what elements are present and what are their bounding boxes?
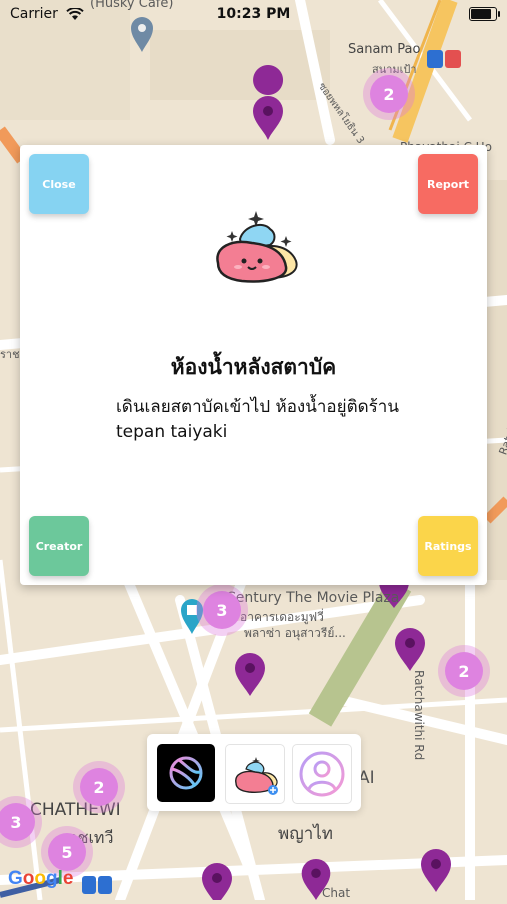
- cluster-count: 2: [370, 75, 408, 113]
- map-label: พญาไท: [278, 824, 333, 844]
- battery-icon: [469, 7, 500, 21]
- status-bar: Carrier 10:23 PM: [0, 0, 507, 30]
- map-label: ราช: [0, 348, 20, 361]
- cluster-count: 2: [80, 768, 118, 806]
- creator-button[interactable]: Creator: [29, 516, 89, 576]
- transit-icon: [427, 50, 463, 68]
- cluster-count: 3: [203, 591, 241, 629]
- map-label: Century The Movie Plaza: [226, 590, 400, 606]
- map-pin[interactable]: [252, 95, 284, 139]
- poop-add-icon: [235, 757, 278, 795]
- map-label: Chat: [322, 886, 351, 900]
- cluster-count: 3: [0, 803, 35, 841]
- user-profile-icon: [299, 751, 345, 797]
- toilet-detail-card: Close Report ห้องน้ำหลังสตาบัค เดินเลยสต…: [20, 145, 487, 585]
- close-button[interactable]: Close: [29, 154, 89, 214]
- ratings-button[interactable]: Ratings: [418, 516, 478, 576]
- tab-add-toilet[interactable]: [225, 744, 285, 804]
- toilet-description: เดินเลยสตาบัคเข้าไป ห้องน้ำอยู่ติดร้าน t…: [116, 397, 399, 442]
- map-pin[interactable]: [201, 862, 233, 904]
- report-button[interactable]: Report: [418, 154, 478, 214]
- map-cluster[interactable]: 2: [73, 761, 125, 813]
- map-label: Sanam Pao: [348, 42, 421, 57]
- status-time: 10:23 PM: [216, 6, 291, 22]
- ball-icon: [169, 756, 203, 790]
- transit-icon: [82, 876, 114, 894]
- map-label: พลาซ่า อนุสาวรีย์...: [244, 626, 346, 640]
- map-pin[interactable]: [420, 848, 452, 892]
- map-label: Ratchawithi Rd: [412, 670, 426, 761]
- map-cluster[interactable]: 2: [438, 645, 490, 697]
- tab-explore[interactable]: [157, 744, 215, 802]
- bottom-tab-bar: [147, 734, 361, 811]
- map-pin[interactable]: [394, 627, 426, 671]
- google-logo: Google: [8, 868, 74, 889]
- poop-mascot-icon: [204, 203, 304, 293]
- map-pin[interactable]: [234, 652, 266, 696]
- tab-profile[interactable]: [292, 744, 352, 804]
- toilet-title: ห้องน้ำหลังสตาบัค: [170, 355, 337, 379]
- map-cluster[interactable]: 3: [196, 584, 248, 636]
- map-cluster[interactable]: 2: [363, 68, 415, 120]
- cluster-count: 2: [445, 652, 483, 690]
- cluster-count: 5: [48, 833, 86, 871]
